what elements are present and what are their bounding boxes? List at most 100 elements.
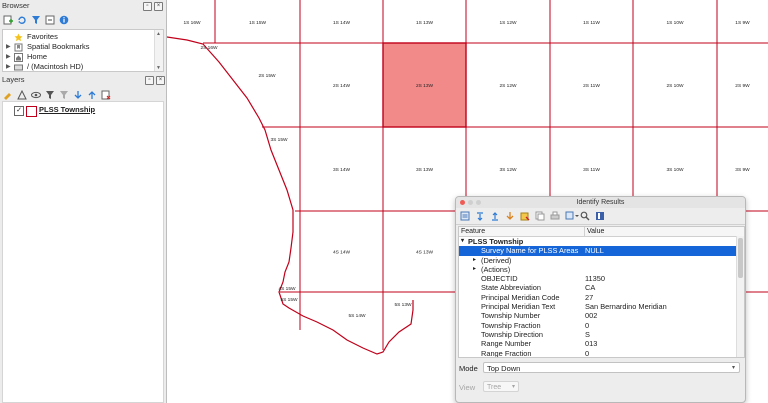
scroll-down-icon[interactable]: ▼: [156, 65, 161, 71]
identify-settings-icon[interactable]: [580, 211, 590, 221]
view-selected-value: Tree: [487, 384, 502, 391]
browser-item-favorites[interactable]: Favorites: [3, 32, 163, 42]
print-icon[interactable]: [550, 211, 560, 221]
view-label: View: [459, 383, 476, 392]
collapse-tree-icon[interactable]: [490, 211, 500, 221]
attribute-row[interactable]: OBJECTID 11350: [459, 274, 744, 283]
layer-label: PLSS Township: [39, 105, 96, 114]
scroll-thumb[interactable]: [738, 238, 743, 278]
township-label: 4S 13W: [416, 250, 434, 256]
add-group-icon[interactable]: [17, 89, 27, 100]
help-icon[interactable]: [595, 211, 605, 221]
view-select[interactable]: Tree ▾: [483, 381, 519, 392]
attribute-row[interactable]: Principal Meridian Text San Bernardino Me…: [459, 302, 744, 311]
attribute-row[interactable]: Township Fraction 0: [459, 321, 744, 330]
info-icon[interactable]: [59, 15, 69, 25]
attribute-row[interactable]: Township Number 002: [459, 311, 744, 320]
style-icon[interactable]: [3, 90, 13, 100]
township-label: 1S 12W: [499, 20, 517, 26]
attribute-row[interactable]: Principal Meridian Code 27: [459, 293, 744, 302]
dialog-title: Identify Results: [576, 199, 625, 206]
filter-legend-icon[interactable]: [45, 90, 55, 100]
results-scrollbar[interactable]: [736, 236, 744, 357]
collapse-all-icon[interactable]: [87, 90, 97, 100]
float-panel-button[interactable]: ▫: [145, 76, 154, 85]
township-label: 2S 12W: [499, 83, 517, 89]
dialog-titlebar[interactable]: Identify Results: [456, 197, 745, 208]
attribute-field: (Actions): [481, 264, 511, 274]
township-label: 1S 10W: [666, 20, 684, 26]
result-rows: Survey Name for PLSS Areas NULL ▸ (Derived)…: [459, 246, 744, 357]
browser-item-spatial-bookmarks[interactable]: ▶ Spatial Bookmarks: [3, 42, 163, 52]
attribute-value: NULL: [585, 246, 604, 256]
browser-item-label: / (Macintosh HD): [27, 62, 84, 71]
browser-item-macintosh-hd[interactable]: ▶ / (Macintosh HD): [3, 62, 163, 72]
visibility-icon[interactable]: [31, 90, 41, 100]
expand-arrow-icon[interactable]: ▸: [473, 265, 476, 274]
collapse-arrow-icon[interactable]: ▾: [461, 237, 464, 246]
filter-icon[interactable]: [31, 15, 41, 25]
copy-feature-icon[interactable]: [535, 211, 545, 221]
township-label: 5S 14W: [348, 313, 366, 319]
zoom-window-icon[interactable]: [476, 200, 481, 205]
expand-new-icon[interactable]: [505, 211, 515, 221]
header-value[interactable]: Value: [584, 227, 604, 236]
select-features-icon[interactable]: [565, 211, 579, 221]
refresh-icon[interactable]: [17, 15, 27, 25]
float-panel-button[interactable]: ▫: [143, 2, 152, 11]
minimize-window-icon[interactable]: [468, 200, 473, 205]
browser-tree[interactable]: Favorites ▶ Spatial Bookmarks ▶ Home ▶ /…: [2, 29, 164, 72]
township-label: 5S 13W: [394, 302, 412, 308]
attribute-value: S: [585, 329, 590, 339]
attribute-row[interactable]: ▸ (Derived): [459, 256, 744, 265]
add-layer-icon[interactable]: [3, 15, 13, 25]
attribute-field: Township Fraction: [481, 320, 541, 330]
township-label: 3S 13W: [416, 167, 434, 173]
header-feature[interactable]: Feature: [461, 227, 485, 236]
township-label: 3S 10W: [666, 167, 684, 173]
left-dock: Browser ▫ × Favorites ▶ Spatial Bookmark…: [0, 0, 167, 403]
clear-results-icon[interactable]: [520, 211, 530, 221]
township-label: 3S 14W: [333, 167, 351, 173]
result-group-row[interactable]: ▾ PLSS Township: [459, 237, 744, 246]
expand-arrow-icon[interactable]: ▶: [6, 42, 11, 52]
attribute-row[interactable]: Range Fraction 0: [459, 349, 744, 357]
scroll-up-icon[interactable]: ▲: [156, 31, 161, 37]
attribute-row[interactable]: State Abbreviation CA: [459, 283, 744, 292]
attribute-row[interactable]: Survey Name for PLSS Areas NULL: [459, 246, 744, 256]
expand-arrow-icon[interactable]: ▶: [6, 62, 11, 72]
attribute-row[interactable]: Township Direction S: [459, 330, 744, 339]
expand-tree-icon[interactable]: [475, 211, 485, 221]
browser-title: Browser: [2, 1, 30, 10]
layer-visibility-checkbox[interactable]: ✓: [14, 106, 24, 116]
layer-item-plss-township[interactable]: ✓ PLSS Township: [3, 105, 163, 117]
browser-scrollbar[interactable]: ▲ ▼: [154, 30, 163, 71]
mode-select[interactable]: Top Down ▾: [483, 362, 740, 373]
expand-arrow-icon[interactable]: ▶: [6, 52, 11, 62]
township-label: 1S 13W: [416, 20, 434, 26]
township-label: 3S 9W: [735, 167, 750, 173]
chevron-down-icon: ▾: [731, 365, 735, 371]
browser-item-home[interactable]: ▶ Home: [3, 52, 163, 62]
close-window-icon[interactable]: [460, 200, 465, 205]
coastline[interactable]: [167, 36, 414, 355]
mode-label: Mode: [459, 364, 478, 373]
identify-results-tree[interactable]: Feature Value ▾ PLSS Township Survey Nam…: [458, 226, 745, 358]
attribute-row[interactable]: Range Number 013: [459, 339, 744, 348]
layers-tree[interactable]: ✓ PLSS Township: [2, 101, 164, 403]
expand-arrow-icon[interactable]: ▸: [473, 256, 476, 265]
close-panel-button[interactable]: ×: [154, 2, 163, 11]
identify-results-dialog[interactable]: Identify Results Feature Value ▾ PLSS To…: [455, 196, 746, 403]
close-panel-button[interactable]: ×: [156, 76, 165, 85]
browser-toolbar: [0, 12, 166, 27]
attribute-row[interactable]: ▸ (Actions): [459, 265, 744, 274]
mode-row: Mode Top Down ▾: [458, 362, 743, 376]
remove-layer-icon[interactable]: [101, 90, 111, 100]
attribute-field: State Abbreviation: [481, 283, 541, 293]
township-label: 1S 16W: [183, 20, 201, 26]
filter-expression-icon[interactable]: [59, 90, 69, 100]
expand-all-icon[interactable]: [73, 90, 83, 100]
collapse-all-icon[interactable]: [45, 15, 55, 25]
form-view-icon[interactable]: [460, 211, 470, 221]
township-label: 2S 16W: [200, 45, 218, 51]
